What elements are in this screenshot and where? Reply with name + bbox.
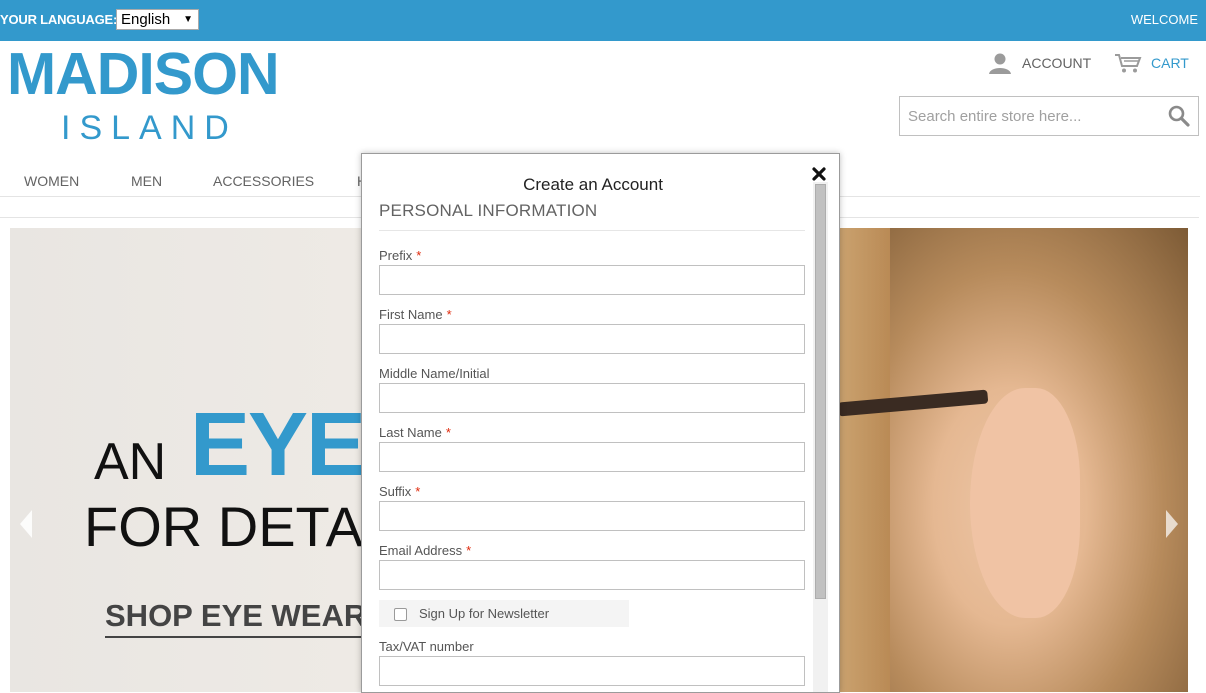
search-icon[interactable] — [1168, 105, 1190, 127]
language-label: YOUR LANGUAGE: — [0, 12, 118, 27]
required-marker: * — [415, 484, 421, 499]
tax-vat-input[interactable] — [379, 656, 805, 686]
account-label: ACCOUNT — [1022, 55, 1092, 71]
newsletter-option[interactable]: Sign Up for Newsletter — [379, 600, 629, 627]
last-name-label: Last Name * — [379, 425, 451, 440]
required-marker: * — [466, 543, 472, 558]
welcome-message: WELCOME — [1130, 12, 1198, 27]
hero-headline-eye: EYE — [190, 395, 366, 495]
email-label-text: Email Address — [379, 543, 463, 558]
required-marker: * — [445, 425, 451, 440]
required-marker: * — [446, 307, 452, 322]
nav-item-women[interactable]: WOMEN — [24, 173, 79, 189]
prefix-label: Prefix * — [379, 248, 421, 263]
logo-sub-text: ISLAND — [61, 109, 238, 147]
dropdown-arrow-icon: ▼ — [183, 14, 193, 25]
hero-headline-an: AN — [94, 433, 167, 491]
required-marker: * — [416, 248, 422, 263]
search-input[interactable] — [900, 97, 1160, 135]
tax-vat-label: Tax/VAT number — [379, 639, 474, 654]
middle-name-input[interactable] — [379, 383, 805, 413]
nav-item-men[interactable]: MEN — [131, 173, 162, 189]
scrollbar-thumb[interactable] — [815, 184, 826, 599]
middle-name-label-text: Middle Name/Initial — [379, 366, 490, 381]
email-label: Email Address * — [379, 543, 471, 558]
slider-next-icon[interactable] — [1162, 508, 1182, 540]
hero-image-ear — [970, 388, 1080, 618]
logo-main-text: MADISON — [7, 41, 280, 107]
slider-prev-icon[interactable] — [16, 508, 36, 540]
newsletter-label: Sign Up for Newsletter — [419, 606, 550, 621]
prefix-label-text: Prefix — [379, 248, 413, 263]
language-selected-value: English — [121, 11, 171, 28]
tax-vat-label-text: Tax/VAT number — [379, 639, 474, 654]
middle-name-label: Middle Name/Initial — [379, 366, 490, 381]
user-icon — [989, 53, 1011, 74]
suffix-input[interactable] — [379, 501, 805, 531]
suffix-label-text: Suffix — [379, 484, 412, 499]
newsletter-checkbox[interactable] — [394, 608, 407, 621]
nav-item-accessories[interactable]: ACCESSORIES — [213, 173, 314, 189]
suffix-label: Suffix * — [379, 484, 420, 499]
last-name-label-text: Last Name — [379, 425, 442, 440]
top-bar: YOUR LANGUAGE: English ▼ WELCOME — [0, 0, 1206, 41]
first-name-label-text: First Name — [379, 307, 443, 322]
cart-icon — [1115, 54, 1142, 73]
hero-cta-link[interactable]: SHOP EYE WEAR — [105, 598, 367, 638]
section-heading: PERSONAL INFORMATION — [379, 201, 805, 231]
last-name-input[interactable] — [379, 442, 805, 472]
first-name-label: First Name * — [379, 307, 452, 322]
language-select[interactable]: English ▼ — [116, 9, 199, 30]
search-box — [899, 96, 1199, 136]
first-name-input[interactable] — [379, 324, 805, 354]
create-account-modal: Create an Account PERSONAL INFORMATION P… — [361, 153, 840, 693]
modal-title: Create an Account — [523, 175, 663, 194]
email-input[interactable] — [379, 560, 805, 590]
cart-label: CART — [1151, 55, 1189, 71]
hero-headline-detail: FOR DETAI — [84, 495, 379, 558]
prefix-input[interactable] — [379, 265, 805, 295]
modal-scrollbar[interactable] — [813, 182, 828, 692]
